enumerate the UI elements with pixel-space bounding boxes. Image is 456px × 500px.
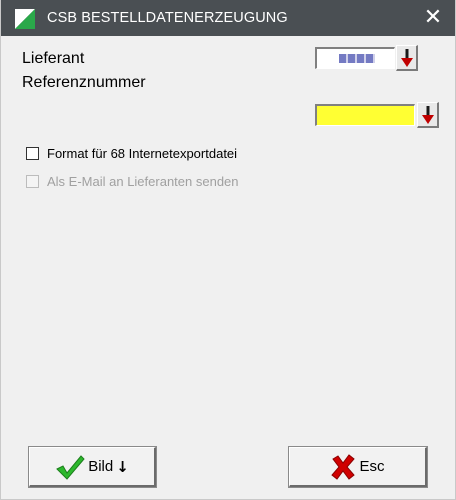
lieferant-label: Lieferant bbox=[22, 50, 85, 67]
title-bar[interactable]: CSB BESTELLDATENERZEUGUNG ✕ bbox=[1, 0, 455, 36]
bild-arrow-icon: ↓ bbox=[116, 457, 129, 476]
check-icon bbox=[56, 454, 85, 480]
close-icon[interactable]: ✕ bbox=[411, 0, 455, 36]
app-icon bbox=[15, 9, 35, 29]
cross-icon bbox=[331, 453, 356, 480]
esc-button[interactable]: Esc bbox=[289, 447, 427, 487]
format-checkbox[interactable] bbox=[26, 147, 39, 160]
format-checkbox-label: Format für 68 Internetexportdatei bbox=[47, 146, 238, 161]
referenz-field[interactable] bbox=[315, 104, 415, 126]
lieferant-dropdown-button[interactable] bbox=[396, 45, 418, 71]
format-option[interactable]: Format für 68 Internetexportdatei bbox=[26, 146, 237, 161]
referenz-label: Referenznummer bbox=[22, 74, 146, 91]
arrow-down-icon bbox=[421, 105, 434, 124]
referenz-dropdown-button[interactable] bbox=[417, 102, 439, 128]
email-option: Als E-Mail an Lieferanten senden bbox=[26, 174, 239, 189]
lieferant-field[interactable] bbox=[315, 47, 395, 69]
email-checkbox bbox=[26, 175, 39, 188]
arrow-down-icon bbox=[400, 48, 413, 67]
esc-button-label: Esc bbox=[359, 458, 385, 475]
bild-button-label: Bild bbox=[88, 458, 114, 475]
window-title: CSB BESTELLDATENERZEUGUNG bbox=[47, 10, 288, 26]
dialog-window: CSB BESTELLDATENERZEUGUNG ✕ Lieferant Re… bbox=[0, 0, 456, 500]
bild-button[interactable]: Bild ↓ bbox=[29, 447, 156, 487]
email-checkbox-label: Als E-Mail an Lieferanten senden bbox=[47, 174, 239, 189]
